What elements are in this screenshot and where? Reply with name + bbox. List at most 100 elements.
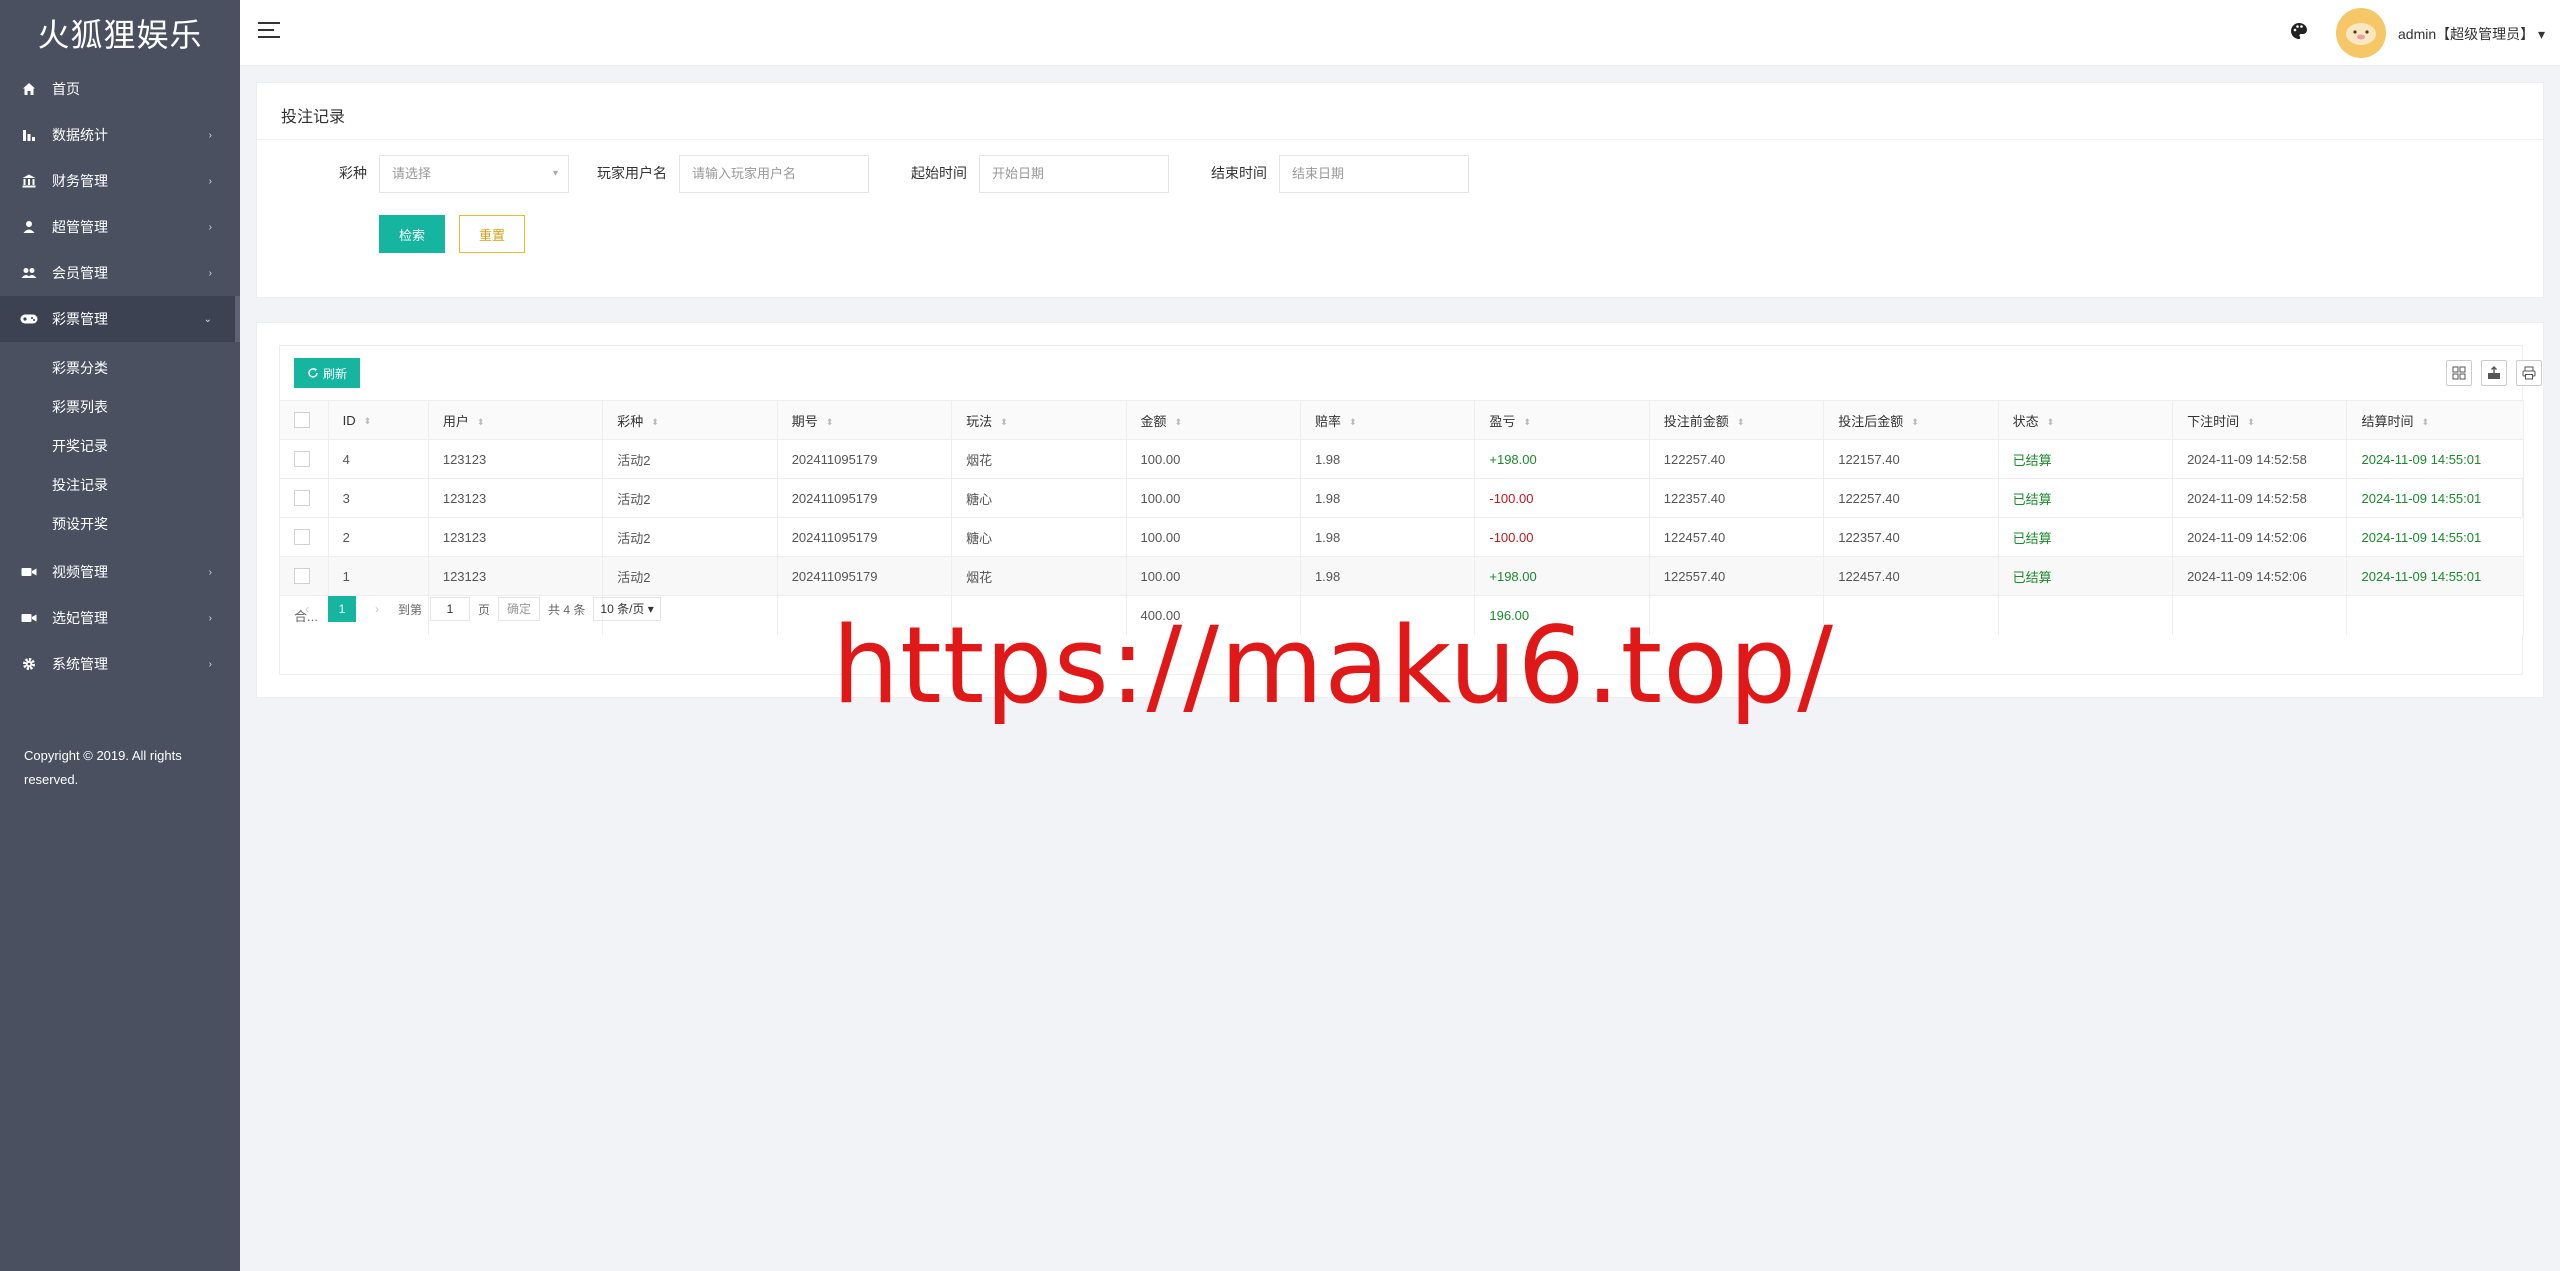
column-header-id[interactable]: ID ⬍: [328, 400, 429, 440]
column-header-balance-after[interactable]: 投注后金额 ⬍: [1823, 400, 1999, 440]
sort-icon: ⬍: [2046, 417, 2055, 428]
submenu-item-lottery-list[interactable]: 彩票列表: [0, 387, 240, 426]
column-header-issue[interactable]: 期号 ⬍: [777, 400, 953, 440]
palette-icon[interactable]: [2290, 22, 2312, 44]
search-panel: 投注记录 彩种 请选择 ▾ 玩家用户名 请输入玩家用户名 起始时间 开始日期 结…: [256, 82, 2544, 298]
sidebar-item-label: 财务管理: [52, 173, 108, 189]
cell-balance-after: 122157.40: [1823, 439, 1999, 479]
users-icon: [20, 264, 38, 282]
sidebar-item-finance[interactable]: 财务管理 ›: [0, 158, 240, 204]
cell-bet-time: 2024-11-09 14:52:06: [2172, 556, 2348, 596]
sort-icon: ⬍: [1174, 417, 1183, 428]
column-label: 盈亏: [1489, 413, 1516, 429]
sidebar-item-statistics[interactable]: 数据统计 ›: [0, 112, 240, 158]
records-table-container: 刷新 ID ⬍ 用户 ⬍ 彩种 ⬍ 期号 ⬍ 玩法 ⬍ 金额 ⬍ 赔率 ⬍ 盈亏…: [279, 345, 2542, 675]
table-row[interactable]: 2 123123 活动2 202411095179 糖心 100.00 1.98…: [280, 517, 2524, 557]
cell-issue: 202411095179: [777, 517, 953, 557]
column-label: 玩法: [966, 413, 993, 429]
column-header-amount[interactable]: 金额 ⬍: [1126, 400, 1301, 440]
submenu-item-draw-records[interactable]: 开奖记录: [0, 426, 240, 465]
row-checkbox[interactable]: [294, 451, 310, 468]
end-date-input[interactable]: 结束日期: [1279, 155, 1469, 193]
total-profit: 196.00: [1474, 595, 1650, 635]
goto-page-input[interactable]: 1: [430, 597, 471, 621]
columns-filter-icon[interactable]: [2446, 360, 2472, 386]
column-header-play[interactable]: 玩法 ⬍: [951, 400, 1127, 440]
column-header-bet-time[interactable]: 下注时间 ⬍: [2172, 400, 2348, 440]
cell-user: 123123: [428, 556, 604, 596]
records-panel: 刷新 ID ⬍ 用户 ⬍ 彩种 ⬍ 期号 ⬍ 玩法 ⬍ 金额 ⬍ 赔率 ⬍ 盈亏…: [256, 322, 2544, 698]
column-header-status[interactable]: 状态 ⬍: [1998, 400, 2174, 440]
empty-cell: [1823, 595, 1999, 635]
player-username-input[interactable]: 请输入玩家用户名: [679, 155, 869, 193]
gear-icon: [20, 655, 38, 673]
lottery-submenu: 彩票分类 彩票列表 开奖记录 投注记录 预设开奖: [0, 342, 240, 549]
row-checkbox[interactable]: [294, 490, 310, 507]
sort-icon: ⬍: [1736, 417, 1745, 428]
user-menu[interactable]: admin【超级管理员】 ▾: [2398, 24, 2545, 44]
page-button-current[interactable]: 1: [328, 596, 356, 622]
menu-toggle-icon[interactable]: [258, 22, 280, 44]
sidebar-item-members[interactable]: 会员管理 ›: [0, 250, 240, 296]
chevron-right-icon: ›: [208, 612, 212, 624]
submenu-item-preset-draw[interactable]: 预设开奖: [0, 504, 240, 543]
row-checkbox[interactable]: [294, 568, 310, 585]
prev-page-button[interactable]: ‹: [294, 596, 320, 622]
pagination: ‹ 1 › 到第 1 页 确定 共 4 条 10 条/页 ▾: [294, 596, 661, 622]
chevron-right-icon: ›: [208, 221, 212, 233]
sidebar-item-lottery[interactable]: 彩票管理 ⌄: [0, 296, 240, 342]
table-row[interactable]: 3 123123 活动2 202411095179 糖心 100.00 1.98…: [280, 478, 2524, 518]
cell-lottery: 活动2: [602, 517, 778, 557]
export-icon[interactable]: [2481, 360, 2507, 386]
cell-lottery: 活动2: [602, 439, 778, 479]
empty-cell: [777, 595, 953, 635]
submenu-item-bet-records[interactable]: 投注记录: [0, 465, 240, 504]
cell-settle-time: 2024-11-09 14:55:01: [2346, 478, 2524, 518]
page-size-select[interactable]: 10 条/页 ▾: [593, 597, 661, 621]
cell-amount: 100.00: [1126, 439, 1301, 479]
sidebar-item-system[interactable]: 系统管理 ›: [0, 641, 240, 687]
avatar[interactable]: [2336, 8, 2386, 58]
sidebar: 火狐狸娱乐 首页 数据统计 › 财务管理 › 超管管理 › 会员管理 › 彩票管…: [0, 0, 240, 1271]
reset-button[interactable]: 重置: [459, 215, 525, 253]
column-header-lottery[interactable]: 彩种 ⬍: [602, 400, 778, 440]
column-header-profit[interactable]: 盈亏 ⬍: [1474, 400, 1650, 440]
submenu-item-lottery-category[interactable]: 彩票分类: [0, 348, 240, 387]
table-row[interactable]: 1 123123 活动2 202411095179 烟花 100.00 1.98…: [280, 556, 2524, 596]
lottery-type-select[interactable]: 请选择 ▾: [379, 155, 569, 193]
chevron-down-icon: ▾: [552, 168, 558, 179]
cell-balance-after: 122357.40: [1823, 517, 1999, 557]
cell-bet-time: 2024-11-09 14:52:58: [2172, 478, 2348, 518]
column-header-user[interactable]: 用户 ⬍: [428, 400, 604, 440]
column-label: 彩种: [617, 413, 644, 429]
sidebar-item-concubine[interactable]: 选妃管理 ›: [0, 595, 240, 641]
print-icon[interactable]: [2516, 360, 2542, 386]
table-row[interactable]: 4 123123 活动2 202411095179 烟花 100.00 1.98…: [280, 439, 2524, 479]
refresh-button[interactable]: 刷新: [294, 358, 360, 388]
sort-icon: ⬍: [363, 416, 372, 427]
cell-issue: 202411095179: [777, 439, 953, 479]
chevron-down-icon: ⌄: [203, 313, 212, 325]
cell-play: 烟花: [951, 439, 1127, 479]
row-select-cell: [280, 556, 329, 596]
cell-settle-time: 2024-11-09 14:55:01: [2346, 517, 2524, 557]
cell-settle-time: 2024-11-09 14:55:01: [2346, 439, 2524, 479]
next-page-button[interactable]: ›: [364, 596, 390, 622]
column-header-odds[interactable]: 赔率 ⬍: [1300, 400, 1476, 440]
search-button[interactable]: 检索: [379, 215, 445, 253]
sidebar-item-home[interactable]: 首页: [0, 66, 240, 112]
row-checkbox[interactable]: [294, 529, 310, 546]
select-all-checkbox[interactable]: [294, 412, 310, 429]
column-header-balance-before[interactable]: 投注前金额 ⬍: [1649, 400, 1825, 440]
video-icon: [20, 563, 38, 581]
column-header-settle-time[interactable]: 结算时间 ⬍: [2346, 400, 2524, 440]
goto-confirm-button[interactable]: 确定: [498, 597, 541, 621]
chevron-right-icon: ›: [208, 175, 212, 187]
start-date-input[interactable]: 开始日期: [979, 155, 1169, 193]
column-label: 下注时间: [2187, 413, 2240, 429]
app-logo: 火狐狸娱乐: [37, 16, 203, 54]
total-amount: 400.00: [1126, 595, 1301, 635]
sidebar-item-video[interactable]: 视频管理 ›: [0, 549, 240, 595]
cell-user: 123123: [428, 517, 604, 557]
sidebar-item-super-admin[interactable]: 超管管理 ›: [0, 204, 240, 250]
